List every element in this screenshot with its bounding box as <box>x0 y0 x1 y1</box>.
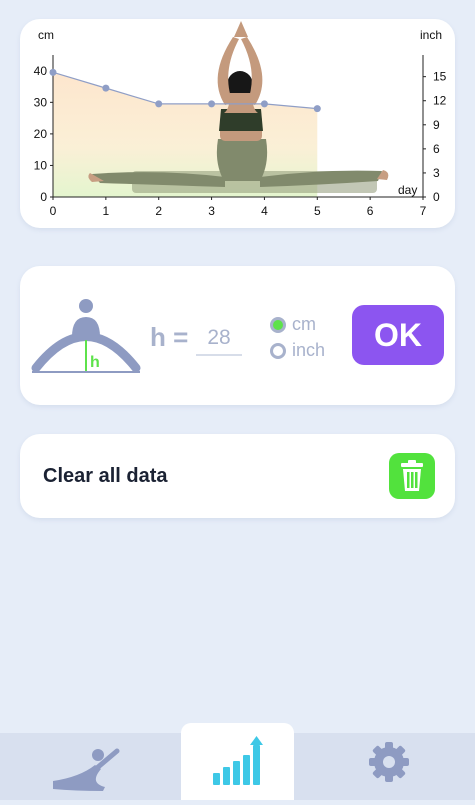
left-axis-unit: cm <box>38 28 54 42</box>
right-tick-label: 3 <box>433 166 440 180</box>
tab-stretch[interactable] <box>25 733 138 800</box>
clear-all-data-label: Clear all data <box>43 465 168 487</box>
x-tick-label: 0 <box>50 204 57 218</box>
cm-radio[interactable] <box>270 316 286 333</box>
x-axis-ticks: 0 1 2 3 4 5 6 7 <box>50 197 427 218</box>
right-tick-label: 0 <box>433 190 440 204</box>
data-point <box>208 100 216 108</box>
right-tick-label: 15 <box>433 70 447 84</box>
data-point <box>260 100 268 108</box>
data-point <box>102 84 110 92</box>
x-tick-label: 6 <box>367 204 374 218</box>
x-tick-label: 4 <box>261 204 268 218</box>
x-tick-label: 5 <box>314 204 321 218</box>
x-tick-label: 2 <box>155 204 162 218</box>
right-tick-label: 12 <box>433 94 447 108</box>
left-tick-label: 20 <box>34 127 48 141</box>
left-tick-label: 0 <box>40 190 47 204</box>
x-tick-label: 7 <box>420 204 427 218</box>
unit-option-inch[interactable]: inch <box>270 340 325 361</box>
right-tick-label: 6 <box>433 142 440 156</box>
progress-chart-icon <box>213 736 263 785</box>
split-height-diagram-icon: h <box>31 299 141 373</box>
data-point <box>313 105 321 113</box>
data-point <box>155 100 163 108</box>
height-input[interactable] <box>196 322 242 356</box>
right-axis-ticks: 0 3 6 9 12 15 <box>423 70 447 204</box>
x-tick-label: 1 <box>103 204 110 218</box>
left-tick-label: 40 <box>34 64 48 78</box>
trash-icon <box>401 460 423 491</box>
right-axis-unit: inch <box>420 28 442 42</box>
progress-chart-card: cm inch day 0 10 20 30 40 0 3 6 9 12 15 01234 <box>20 19 455 228</box>
unit-option-cm[interactable]: cm <box>270 314 316 335</box>
x-axis-unit: day <box>398 183 417 197</box>
right-tick-label: 9 <box>433 118 440 132</box>
left-tick-label: 10 <box>34 158 48 172</box>
inch-radio[interactable] <box>270 342 286 359</box>
progress-chart: cm inch day 010203040 03691215 01234 5 6… <box>34 21 447 218</box>
cm-label: cm <box>292 314 316 334</box>
h-equals-label: h = <box>150 322 189 352</box>
data-point <box>49 68 57 76</box>
inch-label: inch <box>292 340 326 360</box>
left-axis-ticks: 0 10 20 30 40 <box>34 64 53 204</box>
ok-button[interactable]: OK <box>352 305 444 365</box>
svg-text:h: h <box>90 354 100 371</box>
tab-progress[interactable] <box>181 723 294 800</box>
x-tick-label: 3 <box>208 204 215 218</box>
stretch-icon <box>53 748 120 791</box>
clear-data-button[interactable] <box>389 453 435 499</box>
left-tick-label: 30 <box>34 95 48 109</box>
tab-settings[interactable] <box>332 733 445 800</box>
gear-icon <box>369 742 409 782</box>
